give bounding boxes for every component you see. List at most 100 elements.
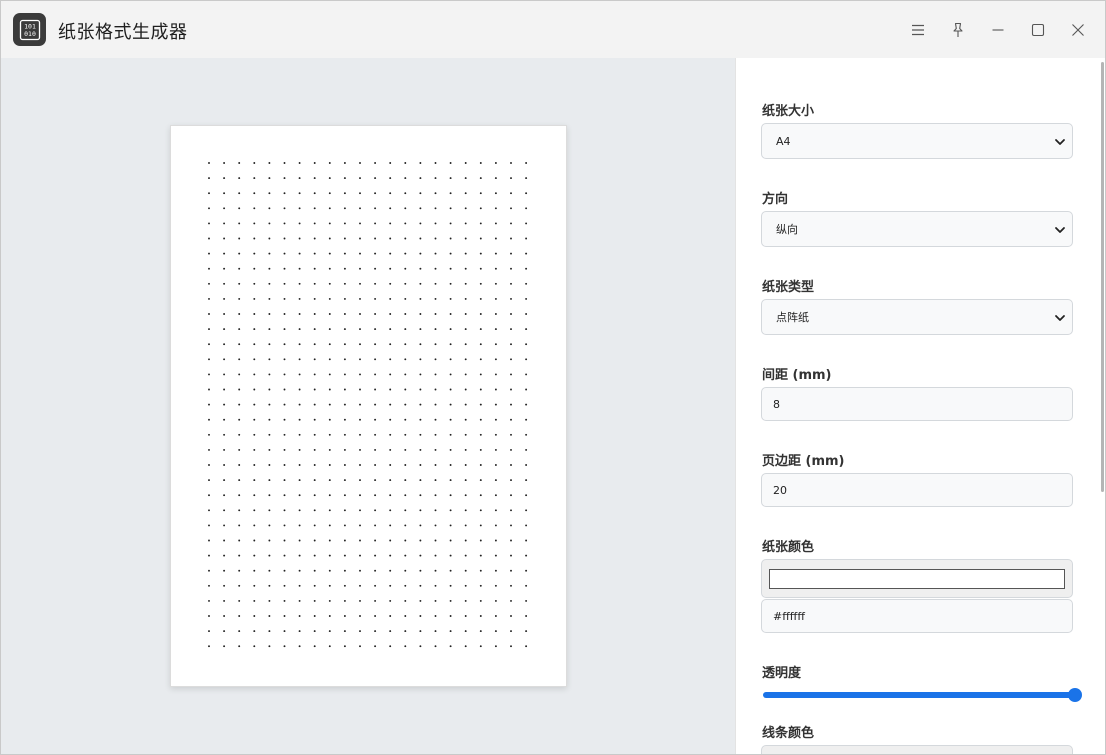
opacity-slider-thumb[interactable] [1068, 688, 1082, 702]
grid-dot [208, 313, 210, 315]
grid-dot [268, 584, 271, 587]
grid-dot [510, 524, 512, 527]
grid-dot [389, 237, 392, 240]
grid-dot [313, 403, 316, 406]
maximize-icon [1031, 23, 1045, 37]
grid-dot [283, 479, 286, 482]
grid-dot [419, 509, 422, 512]
orientation-select[interactable]: 纵向 [761, 211, 1073, 247]
paper-color-picker[interactable] [761, 559, 1073, 598]
opacity-slider[interactable] [763, 688, 1082, 702]
grid-dot [374, 615, 377, 617]
settings-scrollbar-thumb[interactable] [1101, 62, 1104, 492]
grid-dot [374, 569, 377, 572]
grid-dot [449, 222, 452, 225]
grid-dot [494, 599, 497, 602]
grid-dot [298, 645, 301, 648]
grid-dot [434, 630, 437, 633]
grid-dot [253, 418, 256, 421]
grid-dot [223, 645, 226, 648]
grid-dot [404, 388, 407, 391]
grid-dot [223, 630, 226, 633]
margin-input[interactable]: 20 [761, 473, 1073, 507]
grid-dot [208, 509, 210, 512]
grid-dot [464, 554, 467, 557]
grid-dot [404, 418, 407, 421]
grid-dot [510, 237, 512, 240]
grid-dot [298, 373, 301, 376]
grid-dot [313, 615, 316, 617]
grid-dot [419, 584, 422, 587]
grid-dot [479, 343, 482, 346]
paper-type-select[interactable]: 点阵纸 [761, 299, 1073, 335]
grid-dot [525, 494, 528, 497]
grid-dot [419, 464, 422, 466]
grid-dot [268, 328, 271, 331]
grid-dot [313, 524, 316, 527]
grid-dot [494, 313, 497, 315]
grid-dot [404, 373, 407, 376]
grid-dot [298, 177, 301, 180]
grid-dot [208, 448, 210, 451]
grid-dot [253, 388, 256, 391]
line-color-picker[interactable] [761, 745, 1073, 754]
grid-dot [494, 584, 497, 587]
chevron-down-icon [1055, 227, 1065, 233]
close-icon [1072, 24, 1084, 36]
grid-dot [208, 494, 210, 497]
spacing-input[interactable]: 8 [761, 387, 1073, 421]
grid-dot [510, 554, 512, 557]
grid-dot [389, 494, 392, 497]
grid-dot [253, 494, 256, 497]
minimize-button[interactable] [982, 15, 1014, 45]
grid-dot [449, 464, 452, 466]
close-button[interactable] [1062, 15, 1094, 45]
grid-dot [313, 328, 316, 331]
pin-button[interactable] [942, 15, 974, 45]
grid-dot [359, 192, 361, 195]
paper-size-select[interactable]: A4 [761, 123, 1073, 159]
grid-dot [404, 313, 407, 315]
grid-dot [389, 584, 392, 587]
grid-dot [343, 162, 346, 164]
grid-dot [510, 373, 512, 376]
grid-dot [253, 358, 256, 361]
grid-dot [359, 282, 361, 285]
grid-dot [223, 418, 226, 421]
grid-dot [525, 433, 528, 436]
grid-dot [313, 267, 316, 270]
menu-button[interactable] [902, 15, 934, 45]
grid-dot [223, 509, 226, 512]
grid-dot [419, 252, 422, 255]
grid-dot [479, 645, 482, 648]
grid-dot [404, 554, 407, 557]
grid-dot [449, 343, 452, 346]
grid-dot [328, 282, 331, 285]
grid-dot [223, 267, 226, 270]
grid-dot [343, 464, 346, 466]
grid-dot [238, 207, 241, 210]
grid-dot [359, 539, 361, 542]
grid-dot [208, 358, 210, 361]
grid-dot [283, 358, 286, 361]
grid-dot [253, 162, 256, 164]
grid-dot [419, 418, 422, 421]
grid-dot [238, 584, 241, 587]
grid-dot [343, 343, 346, 346]
grid-dot [494, 373, 497, 376]
grid-dot [343, 418, 346, 421]
grid-dot [494, 509, 497, 512]
settings-scrollbar[interactable] [1099, 58, 1105, 754]
grid-dot [238, 252, 241, 255]
grid-dot [343, 222, 346, 225]
maximize-button[interactable] [1022, 15, 1054, 45]
grid-dot [419, 448, 422, 451]
grid-dot [389, 373, 392, 376]
grid-dot [253, 282, 256, 285]
grid-dot [268, 358, 271, 361]
grid-dot [525, 192, 528, 195]
paper-color-hex-input[interactable]: #ffffff [761, 599, 1073, 633]
grid-dot [208, 539, 210, 542]
grid-dot [525, 509, 528, 512]
grid-dot [434, 569, 437, 572]
